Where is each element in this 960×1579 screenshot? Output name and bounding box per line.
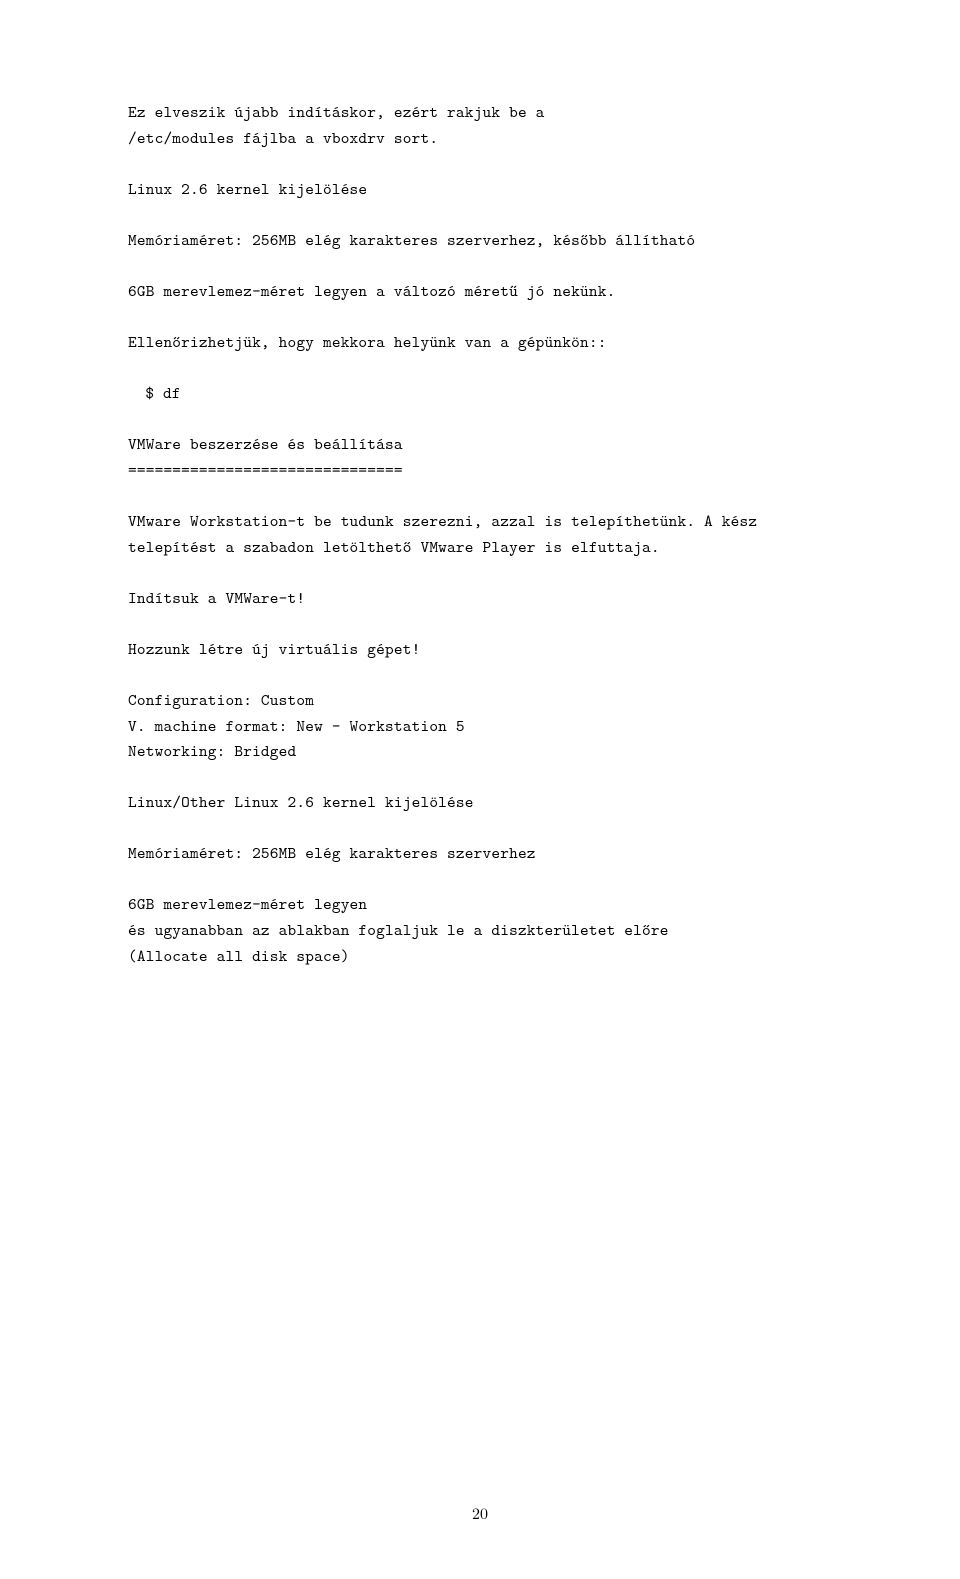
text: V. machine format: New - Workstation 5 xyxy=(128,715,465,737)
text: Linux 2.6 kernel kijelölése xyxy=(128,178,367,200)
text: VMWare beszerzése és beállítása xyxy=(128,433,403,455)
code-line: $ df xyxy=(145,382,180,404)
text: /etc/modules fájlba a vboxdrv sort. xyxy=(128,127,438,149)
text: Linux/Other Linux 2.6 kernel kijelölése xyxy=(128,791,474,813)
text: Ellenőrizhetjük, hogy mekkora helyünk va… xyxy=(128,331,607,353)
text: 6GB merevlemez-méret legyen a változó mé… xyxy=(128,280,615,302)
text: Ez elveszik újabb indításkor, ezért rakj… xyxy=(128,101,545,123)
page-number: 20 xyxy=(0,1501,960,1524)
document-page: Ez elveszik újabb indításkor, ezért rakj… xyxy=(0,0,960,1579)
text: Memóriaméret: 256MB elég karakteres szer… xyxy=(128,842,536,864)
text: =============================== xyxy=(128,459,403,481)
text: 6GB merevlemez-méret legyen xyxy=(128,893,367,915)
text: Memóriaméret: 256MB elég karakteres szer… xyxy=(128,229,695,251)
text: Networking: Bridged xyxy=(128,740,296,762)
text: (Allocate all disk space) xyxy=(128,945,350,967)
text: Hozzunk létre új virtuális gépet! xyxy=(128,638,420,660)
text-line: Ez elveszik újabb indításkor, ezért rakj… xyxy=(128,100,832,969)
text: és ugyanabban az ablakban foglaljuk le a… xyxy=(128,919,669,941)
text: Configuration: Custom xyxy=(128,689,314,711)
text: VMware Workstation-t be tudunk szerezni,… xyxy=(128,510,766,558)
text: Indítsuk a VMWare-t! xyxy=(128,587,305,609)
